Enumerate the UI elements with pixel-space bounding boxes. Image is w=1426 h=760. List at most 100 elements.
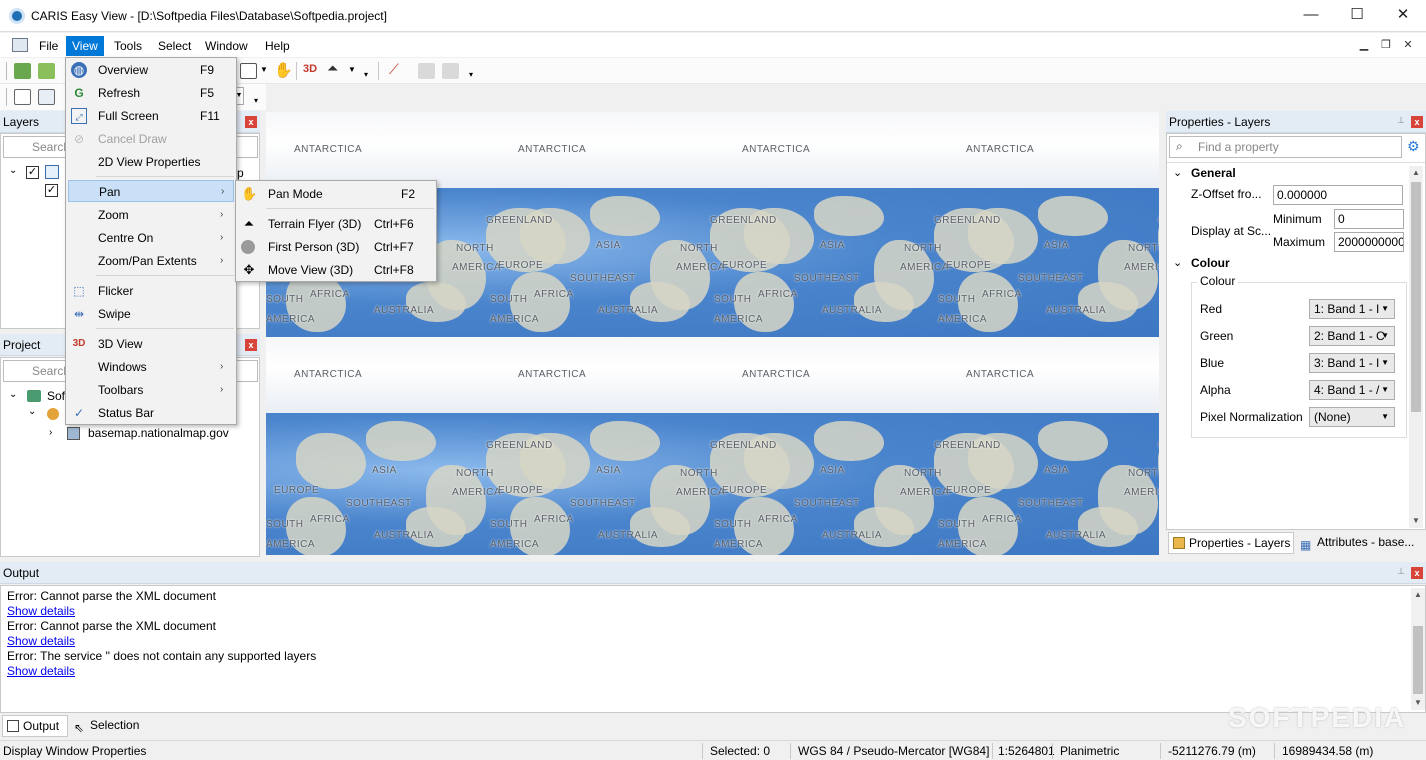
menu-help[interactable]: Help bbox=[259, 36, 296, 56]
scrollbar-thumb[interactable] bbox=[1411, 182, 1421, 412]
toolbar-overflow-icon[interactable]: ▾ bbox=[469, 70, 473, 79]
menu-item-full-screen[interactable]: ⤢ Full Screen F11 bbox=[68, 105, 234, 127]
chevron-down-icon[interactable]: ⌄ bbox=[1173, 256, 1182, 269]
disabled-tool-icon bbox=[418, 63, 435, 79]
mdi-close-icon[interactable]: ✕ bbox=[1400, 36, 1416, 54]
minimize-button[interactable]: — bbox=[1288, 0, 1334, 32]
layer-item-label[interactable]: p bbox=[237, 166, 244, 180]
menu-window[interactable]: Window bbox=[199, 36, 254, 56]
map-landmass bbox=[814, 196, 884, 236]
toolbar-overflow-icon[interactable]: ▾ bbox=[364, 70, 368, 79]
tab-output[interactable]: Output bbox=[2, 715, 68, 737]
menu-select[interactable]: Select bbox=[152, 36, 197, 56]
menu-item-move-view[interactable]: ✥ Move View (3D) Ctrl+F8 bbox=[238, 259, 434, 281]
menu-separator bbox=[96, 176, 234, 177]
pixel-normalization-select[interactable]: (None) ▼ bbox=[1309, 407, 1395, 427]
minimum-field[interactable]: 0 bbox=[1334, 209, 1404, 229]
toolbar-overflow-icon[interactable]: ▾ bbox=[254, 96, 258, 105]
menu-item-overview[interactable]: ◍ Overview F9 bbox=[68, 59, 234, 81]
close-icon[interactable]: x bbox=[1411, 116, 1423, 128]
menu-item-swipe[interactable]: ⇹ Swipe bbox=[68, 303, 234, 325]
pin-icon[interactable]: ⊥ bbox=[1396, 114, 1406, 126]
pan-hand-icon[interactable]: ✋ bbox=[274, 61, 293, 79]
menu-item-terrain-flyer[interactable]: ⏶ Terrain Flyer (3D) Ctrl+F6 bbox=[238, 213, 434, 235]
menu-item-refresh[interactable]: G Refresh F5 bbox=[68, 82, 234, 104]
alpha-band-select[interactable]: 4: Band 1 - / ▼ bbox=[1309, 380, 1395, 400]
chevron-down-icon[interactable]: ⌄ bbox=[28, 406, 36, 417]
pin-icon[interactable]: ⊥ bbox=[1396, 565, 1406, 577]
property-search-input[interactable]: Find a property bbox=[1169, 136, 1402, 158]
output-scrollbar[interactable]: ▲ ▼ bbox=[1411, 588, 1425, 710]
measure-icon[interactable]: ⟋ bbox=[389, 61, 399, 78]
menu-item-2d-view-properties[interactable]: 2D View Properties bbox=[68, 151, 234, 173]
scroll-up-icon[interactable]: ▲ bbox=[1411, 588, 1425, 602]
map-view[interactable]: ANTARCTICAGREENLANDNORTHAMERICAEUROPEASI… bbox=[266, 112, 1159, 555]
scroll-down-icon[interactable]: ▼ bbox=[1409, 514, 1423, 528]
project-root-label[interactable]: Sof bbox=[47, 389, 65, 403]
menu-item-status-bar[interactable]: ✓ Status Bar bbox=[68, 402, 234, 424]
close-button[interactable]: ✕ bbox=[1380, 0, 1426, 32]
new-layer-icon[interactable] bbox=[14, 63, 31, 79]
show-details-link[interactable]: Show details bbox=[7, 604, 75, 618]
basemap-item-label[interactable]: basemap.nationalmap.gov bbox=[88, 426, 229, 440]
tab-properties-layers[interactable]: Properties - Layers bbox=[1168, 532, 1294, 554]
chevron-down-icon[interactable]: ⌄ bbox=[9, 389, 17, 400]
menu-item-windows[interactable]: Windows › bbox=[68, 356, 234, 378]
scroll-up-icon[interactable]: ▲ bbox=[1409, 166, 1423, 180]
close-icon[interactable]: x bbox=[245, 116, 257, 128]
menu-item-pan-mode[interactable]: ✋ Pan Mode F2 bbox=[238, 183, 434, 205]
chevron-down-icon[interactable]: ⌄ bbox=[1173, 166, 1182, 179]
pixel-normalization-label: Pixel Normalization bbox=[1200, 410, 1303, 424]
chevron-down-icon[interactable]: ▼ bbox=[260, 65, 268, 74]
layer-checkbox[interactable]: ✓ bbox=[45, 184, 58, 197]
blue-band-select[interactable]: 3: Band 1 - I ▼ bbox=[1309, 353, 1395, 373]
map-landmass bbox=[1078, 282, 1138, 322]
select-rectangle-icon[interactable] bbox=[14, 89, 31, 105]
chevron-right-icon: › bbox=[220, 361, 224, 372]
menu-file[interactable]: File bbox=[33, 36, 64, 56]
menu-item-zoom-pan-extents[interactable]: Zoom/Pan Extents › bbox=[68, 250, 234, 272]
status-crs: WGS 84 / Pseudo-Mercator [WG84] bbox=[798, 744, 990, 758]
terrain-flyer-icon[interactable]: ⏶ bbox=[327, 60, 338, 77]
close-icon[interactable]: x bbox=[1411, 567, 1423, 579]
z-offset-field[interactable]: 0.000000 bbox=[1273, 185, 1403, 205]
green-band-select[interactable]: 2: Band 1 - C ▼ bbox=[1309, 326, 1395, 346]
menu-item-pan[interactable]: Pan › bbox=[68, 180, 234, 202]
menu-view[interactable]: View bbox=[66, 36, 104, 56]
mdi-minimize-icon[interactable]: ▁ bbox=[1356, 36, 1372, 54]
open-icon[interactable] bbox=[38, 63, 55, 79]
menu-tools[interactable]: Tools bbox=[108, 36, 148, 56]
show-details-link[interactable]: Show details bbox=[7, 664, 75, 678]
select-area-icon[interactable] bbox=[38, 89, 55, 105]
map-label-asia: ASIA bbox=[1044, 240, 1069, 251]
cancel-draw-icon: ⊘ bbox=[73, 132, 85, 146]
3d-view-icon[interactable]: 3D bbox=[303, 63, 317, 75]
show-details-link[interactable]: Show details bbox=[7, 634, 75, 648]
mdi-restore-icon[interactable]: ❐ bbox=[1378, 36, 1394, 54]
gear-icon[interactable]: ⚙ bbox=[1407, 138, 1420, 155]
maximum-field[interactable]: 2000000000 bbox=[1334, 232, 1404, 252]
menu-item-flicker[interactable]: ⬚ Flicker bbox=[68, 280, 234, 302]
tab-attributes[interactable]: ▦ Attributes - base... bbox=[1297, 532, 1426, 554]
tab-selection[interactable]: ⇖ Selection bbox=[70, 715, 150, 737]
menu-item-first-person[interactable]: First Person (3D) Ctrl+F7 bbox=[238, 236, 434, 258]
chevron-right-icon[interactable]: › bbox=[49, 427, 52, 438]
properties-scrollbar[interactable]: ▲ ▼ bbox=[1409, 166, 1423, 528]
close-icon[interactable]: x bbox=[245, 339, 257, 351]
chevron-down-icon[interactable]: ⌄ bbox=[9, 165, 17, 176]
maximize-button[interactable]: ☐ bbox=[1334, 0, 1380, 32]
menu-item-centre-on[interactable]: Centre On › bbox=[68, 227, 234, 249]
menu-item-zoom[interactable]: Zoom › bbox=[68, 204, 234, 226]
layer-checkbox[interactable]: ✓ bbox=[26, 166, 39, 179]
chevron-down-icon[interactable]: ▼ bbox=[348, 65, 356, 74]
menu-item-3d-view[interactable]: 3D 3D View bbox=[68, 333, 234, 355]
select-tool-icon[interactable] bbox=[240, 63, 257, 79]
map-label-australia: AUSTRALIA bbox=[822, 305, 883, 316]
scroll-down-icon[interactable]: ▼ bbox=[1411, 696, 1425, 710]
menu-item-toolbars[interactable]: Toolbars › bbox=[68, 379, 234, 401]
scrollbar-thumb[interactable] bbox=[1413, 626, 1423, 694]
status-y-coordinate: 16989434.58 (m) bbox=[1282, 744, 1374, 758]
red-band-select[interactable]: 1: Band 1 - I ▼ bbox=[1309, 299, 1395, 319]
menu-separator bbox=[266, 208, 434, 209]
colour-heading: Colour bbox=[1191, 256, 1230, 270]
